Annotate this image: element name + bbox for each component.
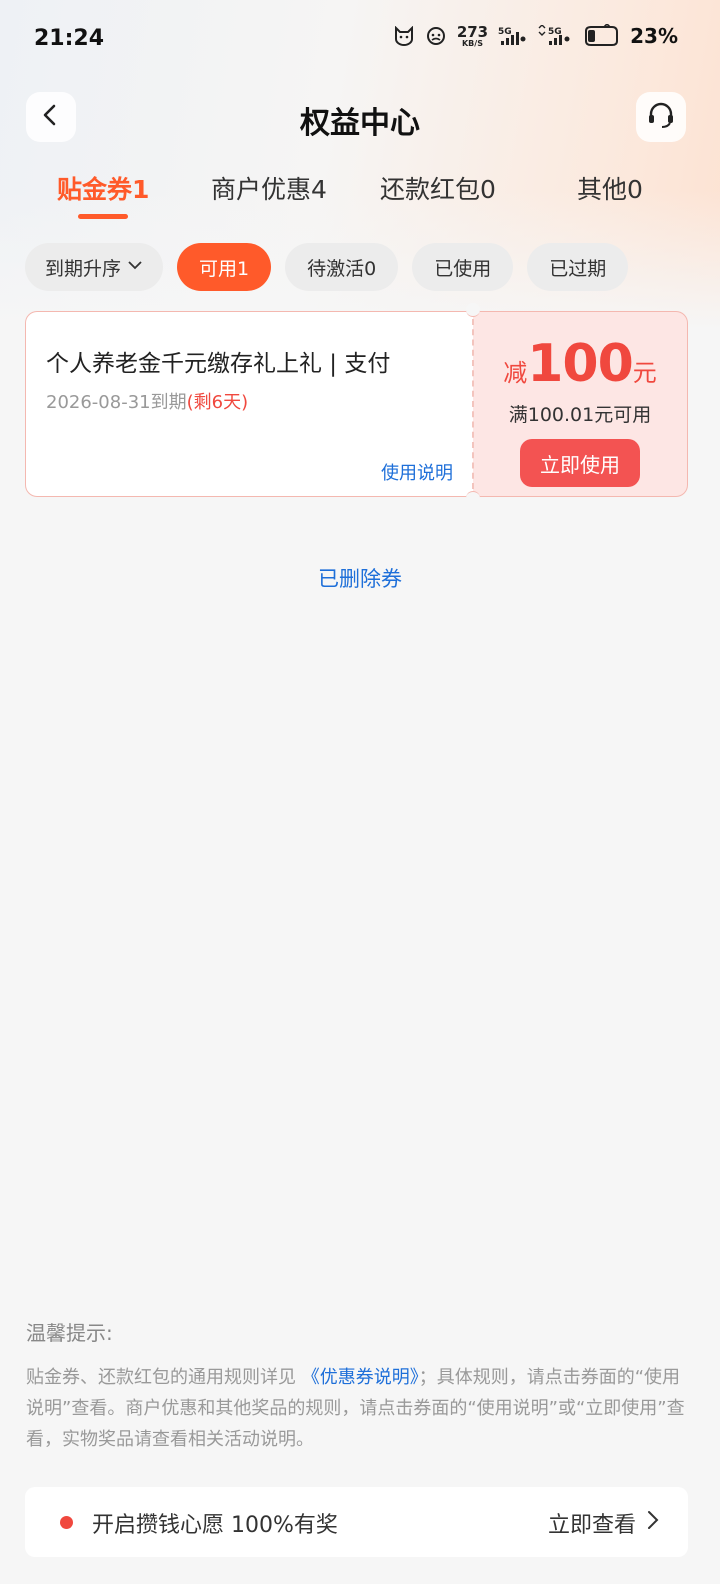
coupon-title: 个人养老金千元缴存礼上礼 | 支付 <box>46 351 391 377</box>
amount-prefix: 减 <box>503 359 528 387</box>
signal-icon: 5G <box>536 25 572 47</box>
banner-view-now[interactable]: 立即查看 <box>548 1507 660 1539</box>
amount-unit: 元 <box>632 359 657 387</box>
battery-icon <box>582 24 620 48</box>
status-bar: 21:24 273 KB/S 5G 5G 23% <box>0 0 720 80</box>
filter-bar: 到期升序 可用1 待激活0 已使用 已过期 <box>25 243 629 291</box>
sort-dropdown[interactable]: 到期升序 <box>25 243 164 291</box>
status-time: 21:24 <box>34 26 105 51</box>
coupon-value: 减100元 满100.01元可用 立即使用 <box>473 311 688 497</box>
filter-used[interactable]: 已使用 <box>412 243 514 291</box>
coupon-notch-top <box>466 303 480 317</box>
usage-instructions-link[interactable]: 使用说明 <box>381 459 453 485</box>
customer-service-button[interactable] <box>636 92 686 142</box>
network-speed-value: 273 <box>456 22 489 41</box>
coupon-rules-link[interactable]: 《优惠券说明》 <box>302 1367 419 1388</box>
tips-title: 温馨提示: <box>26 1321 113 1345</box>
network-speed: 273 KB/S <box>456 22 489 48</box>
status-icons: 273 KB/S 5G 5G 23% <box>393 24 678 48</box>
chevron-right-icon <box>646 1509 660 1537</box>
tab-gold-coupon[interactable]: 贴金券1 <box>57 170 149 206</box>
filter-expired[interactable]: 已过期 <box>527 243 629 291</box>
tips-text-before: 贴金券、还款红包的通用规则详见 <box>26 1367 296 1388</box>
page-title: 权益中心 <box>300 106 420 141</box>
coupon-condition: 满100.01元可用 <box>508 404 652 426</box>
sort-label: 到期升序 <box>45 257 122 280</box>
banner-action-label: 立即查看 <box>547 1513 636 1538</box>
tab-bar: 贴金券1 商户优惠4 还款红包0 其他0 <box>0 170 720 220</box>
coupon-amount: 减100元 <box>473 334 687 394</box>
coupon-card: 个人养老金千元缴存礼上礼 | 支付 2026-08-31到期(剩6天) 使用说明… <box>25 303 688 505</box>
coupon-remaining-days: (剩6天) <box>186 392 249 413</box>
page: 21:24 273 KB/S 5G 5G 23% 权益中心 贴金券1 商户优惠4… <box>0 0 720 1584</box>
network-speed-unit: KB/S <box>461 38 483 48</box>
customer-service-icon <box>646 100 676 134</box>
coupon-info: 个人养老金千元缴存礼上礼 | 支付 2026-08-31到期(剩6天) 使用说明 <box>25 311 473 497</box>
signal1-label: 5G <box>498 27 512 37</box>
deleted-coupons-link[interactable]: 已删除券 <box>0 563 720 593</box>
signal-icon: 5G <box>498 25 526 47</box>
banner-dot <box>60 1516 73 1529</box>
savings-wish-banner[interactable]: 开启攒钱心愿 100%有奖 立即查看 <box>25 1487 688 1557</box>
amount-value: 100 <box>527 334 634 394</box>
tab-other[interactable]: 其他0 <box>577 170 643 206</box>
tab-merchant-offers[interactable]: 商户优惠4 <box>211 170 327 206</box>
banner-text: 开启攒钱心愿 100%有奖 <box>92 1513 338 1538</box>
tips-body: 贴金券、还款红包的通用规则详见 《优惠券说明》；具体规则，请点击券面的“使用说明… <box>26 1362 692 1455</box>
filter-available[interactable]: 可用1 <box>177 243 272 291</box>
coupon-notch-bottom <box>466 491 480 505</box>
coupon-expiry: 2026-08-31到期(剩6天) <box>46 388 248 414</box>
header: 权益中心 <box>0 92 720 142</box>
battery-percent: 23% <box>630 24 678 48</box>
coupon-divider <box>472 319 474 489</box>
face-icon <box>425 25 447 47</box>
cat-face-icon <box>393 26 415 46</box>
coupon-expiry-date: 2026-08-31到期 <box>46 392 187 413</box>
active-tab-indicator <box>78 214 128 219</box>
use-now-button[interactable]: 立即使用 <box>520 439 640 487</box>
chevron-down-icon <box>127 256 143 278</box>
tab-repayment-redpacket[interactable]: 还款红包0 <box>380 170 496 206</box>
filter-pending-activation[interactable]: 待激活0 <box>285 243 399 291</box>
